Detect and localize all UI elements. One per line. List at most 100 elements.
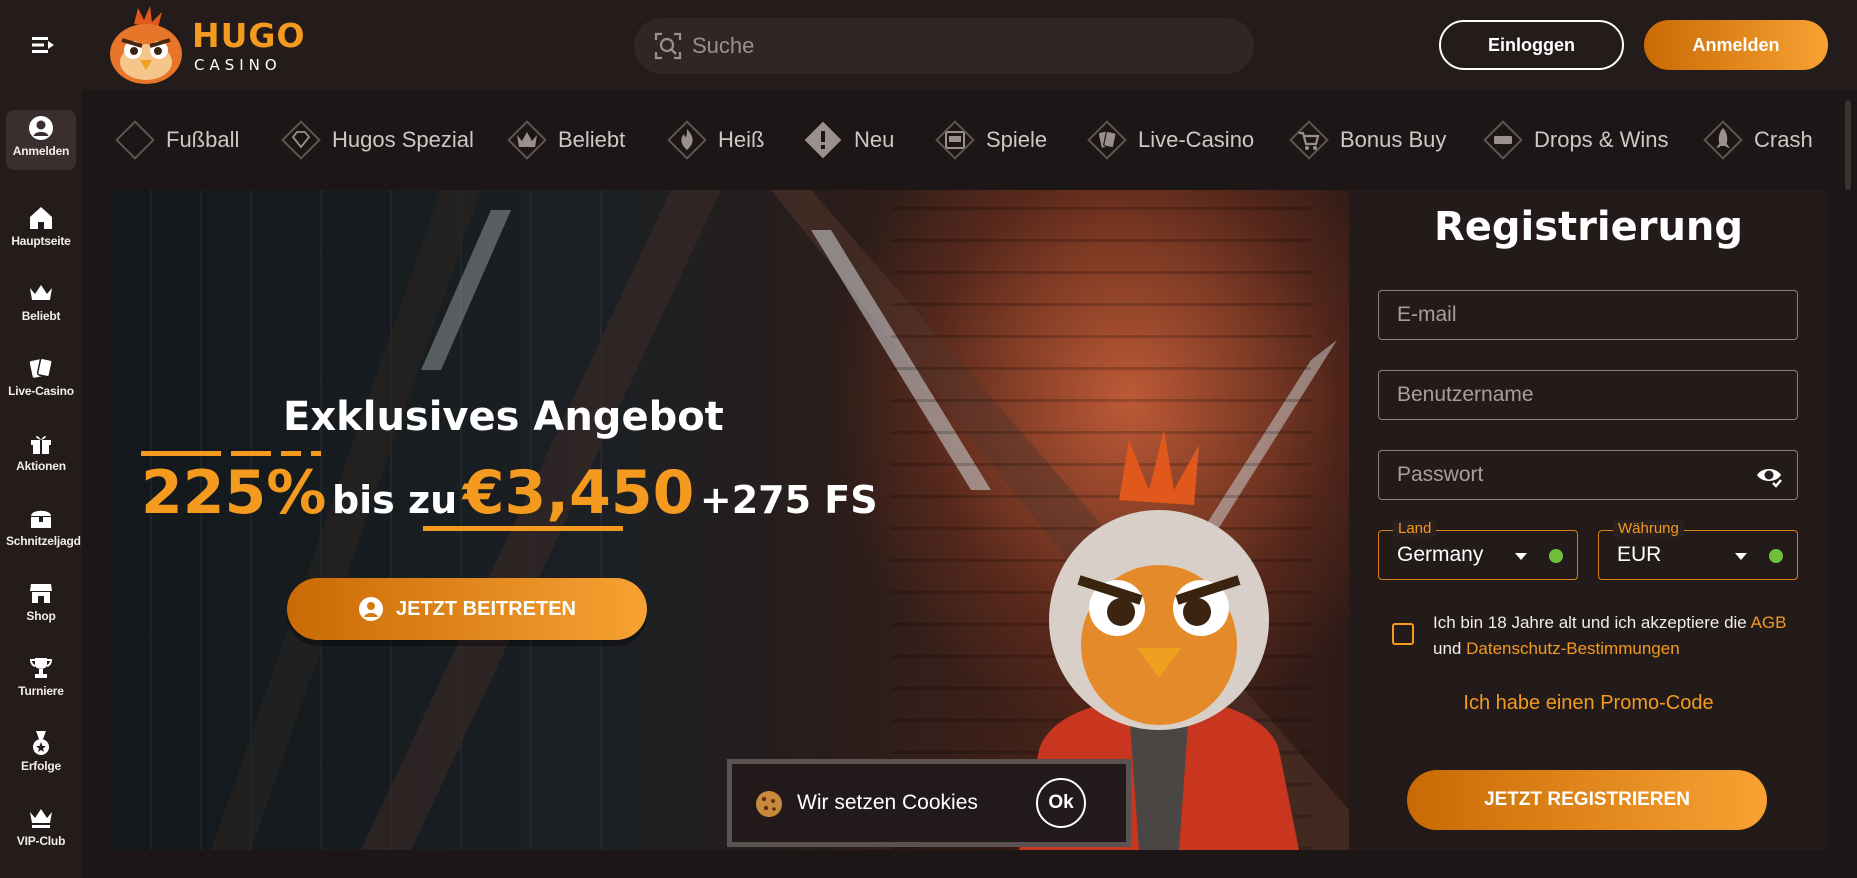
- hero-banner: Exklusives Angebot 225% bis zu €3,450 +2…: [111, 190, 1349, 850]
- rocket-icon: [1703, 120, 1743, 160]
- logo[interactable]: HUGO CASINO: [104, 6, 305, 86]
- terms-statement: Ich bin 18 Jahre alt und ich akzeptiere …: [1433, 613, 1747, 632]
- promo-code-link[interactable]: Ich habe einen Promo-Code: [1349, 692, 1828, 715]
- terms-checkbox[interactable]: [1392, 623, 1414, 645]
- crown-icon: [507, 120, 547, 160]
- sidebar-item-label: Beliebt: [21, 309, 61, 323]
- password-input[interactable]: [1379, 451, 1797, 499]
- search-input[interactable]: [692, 18, 1232, 74]
- logo-subtitle: CASINO: [194, 56, 282, 74]
- sidebar-item-vip-club[interactable]: VIP-Club: [6, 800, 76, 860]
- sidebar-item-shop[interactable]: Shop: [6, 575, 76, 635]
- sidebar-item-anmelden[interactable]: Anmelden: [6, 110, 76, 170]
- terms-text: Ich bin 18 Jahre alt und ich akzeptiere …: [1433, 610, 1813, 662]
- search-icon: [654, 32, 682, 60]
- category-heiss[interactable]: Heiß: [664, 116, 764, 164]
- sidebar-item-erfolge[interactable]: Erfolge: [6, 725, 76, 785]
- join-now-label: JETZT BEITRETEN: [395, 597, 576, 620]
- category-spiele[interactable]: Spiele: [932, 116, 1047, 164]
- top-header: HUGO CASINO Einloggen Anmelden: [0, 0, 1857, 90]
- cards-icon: [1087, 120, 1127, 160]
- sidebar-item-label: Live-Casino: [8, 384, 74, 398]
- chevron-down-icon: [1515, 553, 1527, 560]
- category-fussball[interactable]: Fußball: [112, 116, 239, 164]
- category-crash[interactable]: Crash: [1700, 116, 1813, 164]
- decor-dash: [281, 451, 301, 456]
- offer-percent: 225%: [141, 458, 327, 528]
- decor-dash: [311, 451, 321, 456]
- currency-label: Währung: [1613, 520, 1684, 537]
- hero-offer: 225% bis zu €3,450 +275 FS: [141, 458, 878, 528]
- sidebar-item-live-casino[interactable]: Live-Casino: [6, 350, 76, 410]
- registration-panel: Registrierung Land Germany Währung EUR I…: [1349, 190, 1828, 850]
- country-select[interactable]: Land Germany: [1378, 520, 1578, 580]
- category-drops-wins[interactable]: Drops & Wins: [1480, 116, 1668, 164]
- home-icon: [30, 207, 52, 229]
- sidebar-item-hauptseite[interactable]: Hauptseite: [6, 200, 76, 260]
- cookie-banner: Wir setzen Cookies Ok: [727, 759, 1131, 847]
- category-label: Crash: [1754, 127, 1813, 152]
- category-label: Heiß: [718, 127, 765, 152]
- signup-button[interactable]: Anmelden: [1644, 20, 1828, 70]
- sidebar-item-beliebt[interactable]: Beliebt: [6, 275, 76, 335]
- agb-link[interactable]: AGB: [1751, 613, 1787, 632]
- hero-title: Exklusives Angebot: [283, 394, 724, 440]
- password-field[interactable]: [1378, 450, 1798, 500]
- sidebar-item-label: Shop: [26, 609, 56, 623]
- join-now-button[interactable]: JETZT BEITRETEN: [287, 578, 647, 640]
- username-input[interactable]: [1379, 371, 1797, 419]
- sidebar-item-aktionen[interactable]: Aktionen: [6, 425, 76, 485]
- category-neu[interactable]: Neu: [800, 116, 894, 164]
- hugo-mascot-icon: [110, 6, 182, 84]
- privacy-link[interactable]: Datenschutz-Bestimmungen: [1466, 639, 1680, 658]
- category-beliebt[interactable]: Beliebt: [504, 116, 625, 164]
- cards-icon: [29, 357, 53, 378]
- country-label: Land: [1393, 520, 1437, 537]
- user-circle-icon: [358, 597, 383, 621]
- email-field[interactable]: [1378, 290, 1798, 340]
- email-input[interactable]: [1379, 291, 1797, 339]
- category-live-casino[interactable]: Live-Casino: [1084, 116, 1254, 164]
- decor-dash: [141, 451, 221, 456]
- sidebar-item-label: Anmelden: [12, 144, 70, 158]
- user-circle-icon: [29, 116, 53, 140]
- sidebar-item-label: Erfolge: [21, 759, 61, 773]
- check-status-icon: [1769, 549, 1783, 563]
- currency-select[interactable]: Währung EUR: [1598, 520, 1798, 580]
- treasure-chest-icon: [31, 510, 51, 528]
- sidebar-item-schnitzeljagd[interactable]: Schnitzeljagd: [6, 500, 81, 560]
- sidebar: Anmelden Hauptseite Beliebt Live-Casino …: [0, 90, 82, 878]
- category-hugos-spezial[interactable]: Hugos Spezial: [278, 116, 474, 164]
- scrollbar[interactable]: [1845, 100, 1851, 190]
- check-status-icon: [1549, 549, 1563, 563]
- sidebar-item-turniere[interactable]: Turniere: [6, 650, 76, 710]
- category-label: Bonus Buy: [1340, 127, 1447, 152]
- gift-icon: [31, 436, 51, 454]
- search-bar[interactable]: [634, 18, 1254, 74]
- vip-crown-icon: [30, 809, 52, 828]
- sidebar-item-label: Turniere: [18, 684, 64, 698]
- category-label: Neu: [854, 127, 895, 152]
- chevron-down-icon: [1735, 553, 1747, 560]
- category-label: Hugos Spezial: [332, 127, 474, 152]
- medal-icon: [33, 731, 49, 755]
- currency-value: EUR: [1617, 543, 1662, 566]
- decor-dash: [423, 526, 623, 531]
- cookie-ok-button[interactable]: Ok: [1036, 778, 1086, 828]
- terms-and: und: [1433, 639, 1462, 658]
- decor-dash: [231, 451, 271, 456]
- trophy-icon: [29, 658, 53, 678]
- username-field[interactable]: [1378, 370, 1798, 420]
- show-password-icon[interactable]: [1755, 464, 1783, 488]
- country-value: Germany: [1397, 543, 1484, 566]
- menu-toggle-icon[interactable]: [30, 32, 56, 58]
- offer-free-spins: +275 FS: [699, 478, 878, 522]
- category-label: Fußball: [166, 127, 240, 152]
- fire-icon: [667, 120, 707, 160]
- category-bonus-buy[interactable]: Bonus Buy: [1286, 116, 1446, 164]
- login-button[interactable]: Einloggen: [1439, 20, 1624, 70]
- cart-icon: [1289, 120, 1329, 160]
- register-submit-button[interactable]: JETZT REGISTRIEREN: [1407, 770, 1767, 830]
- registration-title: Registrierung: [1433, 204, 1744, 250]
- drops-wins-icon: [1483, 120, 1523, 160]
